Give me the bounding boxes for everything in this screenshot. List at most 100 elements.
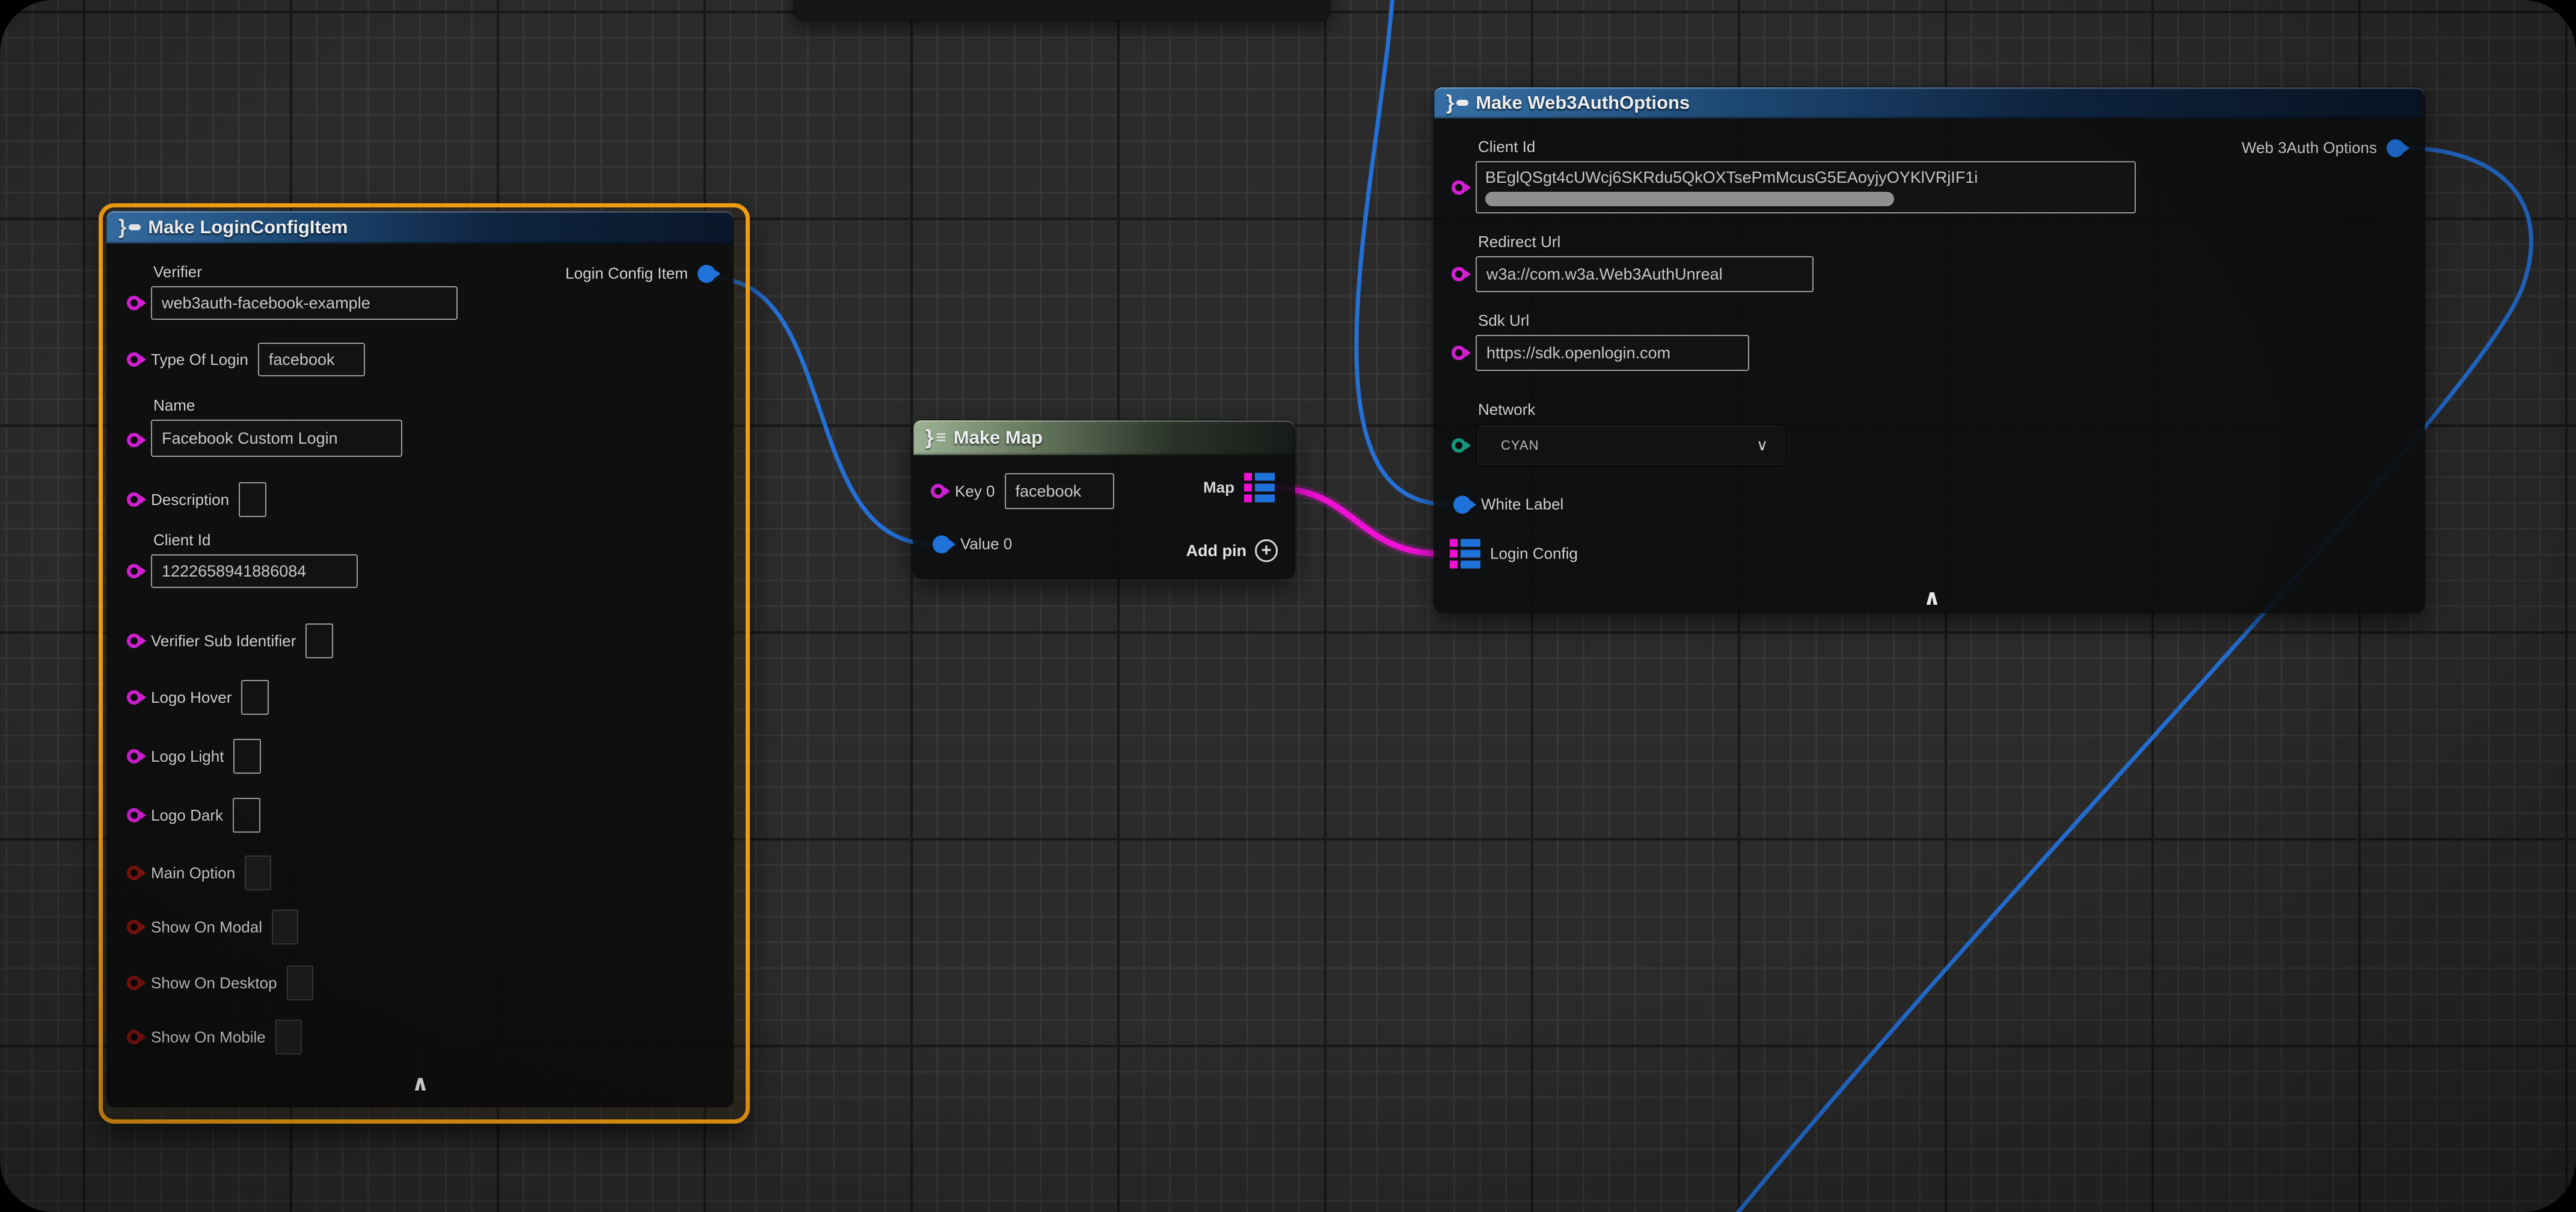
node-title: Make Map <box>954 427 1043 448</box>
description-input[interactable] <box>239 482 266 517</box>
pin-main-option[interactable] <box>127 866 141 880</box>
pin-row-sdk-url: Sdk Url https://sdk.openlogin.com <box>1452 311 1749 371</box>
pin-network[interactable] <box>1452 438 1466 453</box>
pin-row-verifier: Verifier web3auth-facebook-example <box>127 263 458 320</box>
key-0-input[interactable]: facebook <box>1005 473 1114 509</box>
pin-show-on-modal[interactable] <box>127 920 141 934</box>
pin-client-id[interactable] <box>1452 180 1466 195</box>
pin-show-on-mobile[interactable] <box>127 1030 141 1044</box>
client-id-scrollbar[interactable] <box>1485 192 1894 206</box>
pin-row-show-on-mobile: Show On Mobile <box>127 1020 302 1054</box>
output-pin-login-config-item[interactable] <box>698 265 716 283</box>
add-pin-plus-icon: + <box>1255 539 1278 562</box>
pin-logo-hover[interactable] <box>127 690 141 705</box>
name-input[interactable]: Facebook Custom Login <box>151 420 402 457</box>
output-row-login-config-item: Login Config Item <box>565 265 716 283</box>
type-of-login-input[interactable]: facebook <box>258 343 365 376</box>
pin-logo-dark[interactable] <box>127 808 141 822</box>
output-pin-web3auth-options[interactable] <box>2387 139 2405 157</box>
client-id-input[interactable]: BEglQSgt4cUWcj6SKRdu5QkOXTsePmMcusG5EAoy… <box>1476 161 2136 213</box>
pin-verifier-sub-identifier[interactable] <box>127 634 141 648</box>
node-header[interactable]: } Make Web3AuthOptions <box>1434 87 2424 118</box>
show-on-desktop-checkbox[interactable] <box>287 966 313 1000</box>
make-map-icon: }≡ <box>925 427 946 448</box>
pin-row-show-on-desktop: Show On Desktop <box>127 966 313 1000</box>
pin-row-logo-light: Logo Light <box>127 739 261 774</box>
pin-key-0[interactable] <box>931 484 945 498</box>
pin-name[interactable] <box>127 433 141 447</box>
pin-row-type-of-login: Type Of Login facebook <box>127 343 365 376</box>
pin-sdk-url[interactable] <box>1452 346 1466 360</box>
pin-label: Redirect Url <box>1478 233 1814 251</box>
pin-label: Logo Dark <box>151 806 223 825</box>
pin-row-redirect-url: Redirect Url w3a://com.w3a.Web3AuthUnrea… <box>1452 233 1814 292</box>
output-pin-map[interactable] <box>1244 473 1275 503</box>
collapse-node-chevron-icon[interactable]: ∧ <box>1923 587 1940 608</box>
node-make-loginconfigitem[interactable]: } Make LoginConfigItem Login Config Item… <box>106 211 734 1107</box>
pin-label: Logo Light <box>151 747 224 766</box>
make-struct-icon: } <box>118 217 141 237</box>
logo-light-input[interactable] <box>233 739 261 774</box>
pin-label: Value 0 <box>960 535 1012 554</box>
main-option-checkbox[interactable] <box>245 855 271 890</box>
pin-type-of-login[interactable] <box>127 352 141 367</box>
verifier-input[interactable]: web3auth-facebook-example <box>151 286 458 320</box>
pin-label: Logo Hover <box>151 688 232 707</box>
network-dropdown[interactable]: CYAN ∨ <box>1476 424 1786 467</box>
pin-row-show-on-modal: Show On Modal <box>127 910 298 944</box>
pin-row-logo-hover: Logo Hover <box>127 680 269 715</box>
logo-hover-input[interactable] <box>241 680 269 715</box>
node-header[interactable]: }≡ Make Map <box>913 420 1295 455</box>
redirect-url-input[interactable]: w3a://com.w3a.Web3AuthUnreal <box>1476 256 1814 292</box>
pin-label: Login Config <box>1490 545 1578 563</box>
output-pin-label: Login Config Item <box>565 265 688 283</box>
pin-show-on-desktop[interactable] <box>127 976 141 990</box>
pin-verifier[interactable] <box>127 296 141 310</box>
collapse-node-chevron-icon[interactable]: ∧ <box>411 1073 429 1094</box>
pin-label: Client Id <box>1478 138 2136 156</box>
logo-dark-input[interactable] <box>233 798 260 833</box>
node-make-map[interactable]: }≡ Make Map Key 0 facebook Map Value 0 <box>913 420 1295 578</box>
pin-label: Sdk Url <box>1478 311 1749 330</box>
node-title: Make Web3AuthOptions <box>1476 92 1690 114</box>
pin-row-client-id: Client Id 1222658941886084 <box>127 531 358 588</box>
pin-label: Key 0 <box>955 482 995 501</box>
node-make-web3authoptions[interactable]: } Make Web3AuthOptions Web 3Auth Options… <box>1434 87 2424 613</box>
blueprint-editor: } Make LoginConfigItem Login Config Item… <box>0 0 2576 1212</box>
pin-client-id[interactable] <box>127 564 141 578</box>
client-id-input[interactable]: 1222658941886084 <box>151 554 358 588</box>
show-on-modal-checkbox[interactable] <box>272 910 298 944</box>
output-pin-label: Web 3Auth Options <box>2242 139 2377 158</box>
pin-white-label[interactable] <box>1453 495 1471 513</box>
pin-redirect-url[interactable] <box>1452 267 1466 281</box>
pin-label: Type Of Login <box>151 350 248 369</box>
node-title: Make LoginConfigItem <box>148 216 348 238</box>
pin-row-logo-dark: Logo Dark <box>127 798 260 833</box>
pin-login-config[interactable] <box>1450 539 1480 569</box>
pin-row-description: Description <box>127 482 266 517</box>
pin-value-0[interactable] <box>933 535 951 553</box>
node-header[interactable]: } Make LoginConfigItem <box>106 211 734 243</box>
output-pin-label: Map <box>1203 479 1234 497</box>
show-on-mobile-checkbox[interactable] <box>275 1020 302 1054</box>
pin-row-white-label: White Label <box>1453 495 1563 514</box>
add-pin-label: Add pin <box>1186 542 1247 560</box>
chevron-down-icon: ∨ <box>1756 436 1768 454</box>
pin-label: Verifier Sub Identifier <box>151 632 296 650</box>
pin-logo-light[interactable] <box>127 749 141 764</box>
network-selected-value: CYAN <box>1501 438 1539 453</box>
pin-label: Verifier <box>153 263 458 281</box>
partial-node-top[interactable] <box>794 0 1330 20</box>
pin-label: Client Id <box>153 531 358 549</box>
pin-row-network: Network CYAN ∨ <box>1452 400 1786 467</box>
wire-top-to-whitelabel[interactable] <box>1357 0 1447 504</box>
pin-row-value-0: Value 0 <box>933 535 1012 554</box>
pin-label: Show On Modal <box>151 918 262 937</box>
verifier-sub-identifier-input[interactable] <box>305 623 333 658</box>
blueprint-canvas[interactable]: } Make LoginConfigItem Login Config Item… <box>0 0 2576 1212</box>
add-pin-button[interactable]: Add pin + <box>1186 539 1278 562</box>
pin-row-name: Name Facebook Custom Login <box>127 396 402 457</box>
selection-outline-loginconfigitem: } Make LoginConfigItem Login Config Item… <box>99 203 750 1124</box>
sdk-url-input[interactable]: https://sdk.openlogin.com <box>1476 335 1749 371</box>
pin-description[interactable] <box>127 492 141 507</box>
